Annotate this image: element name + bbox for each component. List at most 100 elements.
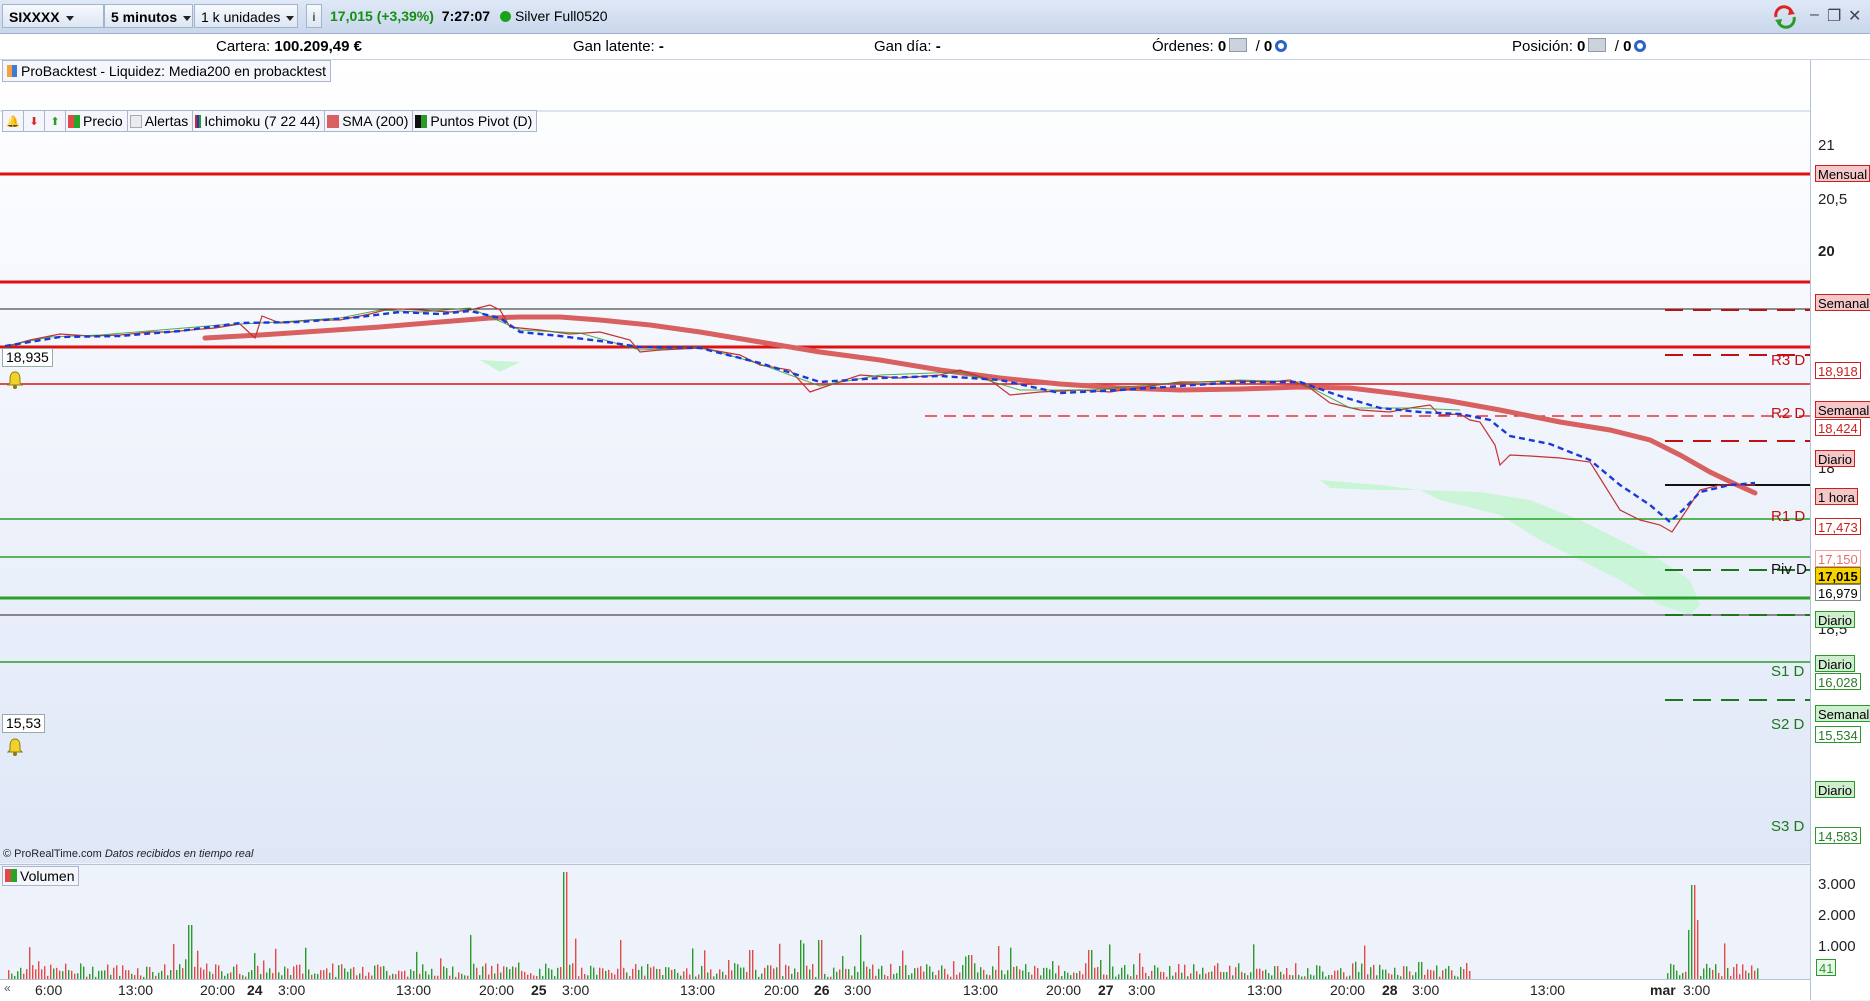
price-label: 16,979: [1815, 584, 1861, 601]
volume-bar: [1673, 964, 1675, 980]
volume-bar: [902, 950, 904, 980]
volume-bar: [968, 955, 970, 980]
price-label: Diario: [1815, 611, 1855, 628]
volume-bar: [338, 965, 340, 980]
volume-bar: [185, 959, 187, 980]
volume-bar: [38, 961, 40, 980]
volume-bar: [1379, 964, 1381, 980]
volume-bar: [218, 965, 220, 980]
sma-swatch: [327, 114, 340, 128]
volume-bar: [821, 940, 823, 980]
volume-bar: [416, 951, 418, 980]
volume-bar: [1319, 965, 1321, 980]
refresh-icon[interactable]: [1772, 5, 1798, 29]
price-chart-canvas[interactable]: [0, 60, 1810, 863]
volume-bar: [803, 943, 805, 980]
top-toolbar: SIXXXX 5 minutos 1 k unidades i 17,015 (…: [0, 0, 1870, 34]
volume-bar: [164, 964, 166, 980]
volume-bar: [1052, 961, 1054, 980]
volume-bar: [206, 963, 208, 980]
timeframe-selector[interactable]: 5 minutos: [104, 4, 193, 28]
volume-bar: [767, 965, 769, 980]
legend-ichimoku-label: Ichimoku (7 22 44): [204, 113, 321, 129]
position-list-icon[interactable]: [1588, 38, 1607, 52]
bell-icon[interactable]: [5, 370, 25, 390]
volume-bar: [146, 966, 148, 980]
info-icon[interactable]: i: [306, 4, 322, 28]
symbol-selector[interactable]: SIXXXX: [2, 4, 104, 28]
volume-bar: [866, 966, 868, 980]
price-chart[interactable]: [0, 60, 1810, 863]
volume-bar: [299, 964, 301, 980]
volume-tick: 1.000: [1818, 938, 1856, 955]
close-icon[interactable]: ✕: [1848, 6, 1861, 26]
price-label: 1 hora: [1815, 488, 1858, 505]
volume-bar: [635, 964, 637, 980]
price-label: 17,150: [1815, 550, 1861, 567]
ordenes-sep: /: [1255, 38, 1260, 55]
volume-bar: [1109, 944, 1111, 980]
minimize-icon[interactable]: –: [1810, 6, 1819, 24]
volume-bar: [563, 872, 565, 980]
restore-icon[interactable]: ❐: [1827, 6, 1841, 26]
up-arrow-icon[interactable]: ⬆: [45, 111, 66, 131]
price-tick: 21: [1818, 137, 1835, 154]
volume-bar: [380, 966, 382, 980]
volume-bar: [284, 966, 286, 980]
volume-bar: [80, 963, 82, 980]
volume-bar: [749, 950, 751, 980]
volume-bar: [305, 947, 307, 980]
down-arrow-icon[interactable]: ⬇: [24, 111, 45, 131]
gear-icon[interactable]: [1634, 40, 1647, 52]
volume-bar: [116, 965, 118, 980]
units-label: 1 k unidades: [201, 9, 281, 25]
volume-bar: [191, 925, 193, 980]
pivot-s2-label: S2 D: [1771, 716, 1805, 733]
posicion-count: 0: [1577, 38, 1586, 55]
legend-alertas[interactable]: Alertas: [128, 111, 194, 131]
volume-bar: [1751, 965, 1753, 980]
chevron-down-icon: [183, 15, 192, 21]
legend-ichimoku[interactable]: Ichimoku (7 22 44): [193, 111, 326, 131]
volume-bar: [566, 872, 568, 980]
backtest-label[interactable]: ProBacktest - Liquidez: Media200 en prob…: [2, 60, 332, 82]
volume-bar: [275, 948, 277, 980]
volume-bar: [905, 965, 907, 980]
volume-label[interactable]: Volumen: [2, 866, 80, 886]
volume-bar: [341, 964, 343, 980]
legend-sma[interactable]: SMA (200): [325, 111, 414, 131]
legend-precio[interactable]: Precio: [66, 111, 128, 131]
bell-icon[interactable]: [5, 737, 25, 757]
volume-bar: [236, 964, 238, 980]
indicator-legend: 🔔 ⬇ ⬆ Precio Alertas Ichimoku (7 22 44) …: [2, 110, 538, 132]
gear-icon[interactable]: [1275, 40, 1288, 52]
volume-bar: [1085, 963, 1087, 980]
level-label-lower[interactable]: 15,53: [2, 714, 46, 733]
volume-bar: [293, 966, 295, 980]
volume-bar: [1736, 963, 1738, 980]
units-selector[interactable]: 1 k unidades: [194, 4, 298, 28]
time-axis[interactable]: « 6:00 13:00 20:00 24 3:00 13:00 20:00 25 3:00 13…: [0, 979, 1810, 1001]
volume-bar: [704, 950, 706, 980]
volume-bar: [1229, 965, 1231, 980]
timeframe-label: 5 minutos: [111, 9, 178, 25]
legend-pivots[interactable]: Puntos Pivot (D): [413, 111, 536, 131]
volume-bar: [1670, 963, 1672, 980]
order-list-icon[interactable]: [1229, 38, 1248, 52]
level-label-upper[interactable]: 18,935: [2, 348, 53, 367]
bell-alert-icon[interactable]: 🔔: [3, 111, 24, 131]
volume-bar: [647, 963, 649, 980]
volume-bar: [485, 963, 487, 980]
chevron-down-icon: [286, 15, 295, 21]
volume-bar: [788, 965, 790, 980]
pivot-piv-label: Piv D: [1771, 561, 1807, 578]
volume-bar: [890, 963, 892, 980]
volume-bar: [1124, 965, 1126, 980]
volume-bar: [1274, 966, 1276, 980]
volume-bar: [770, 965, 772, 980]
scroll-left-icon[interactable]: «: [4, 981, 11, 995]
gan-dia-label: Gan día:: [874, 38, 932, 55]
volume-bar: [32, 965, 34, 980]
volume-panel[interactable]: [0, 864, 1810, 980]
volume-bar: [1418, 962, 1420, 980]
